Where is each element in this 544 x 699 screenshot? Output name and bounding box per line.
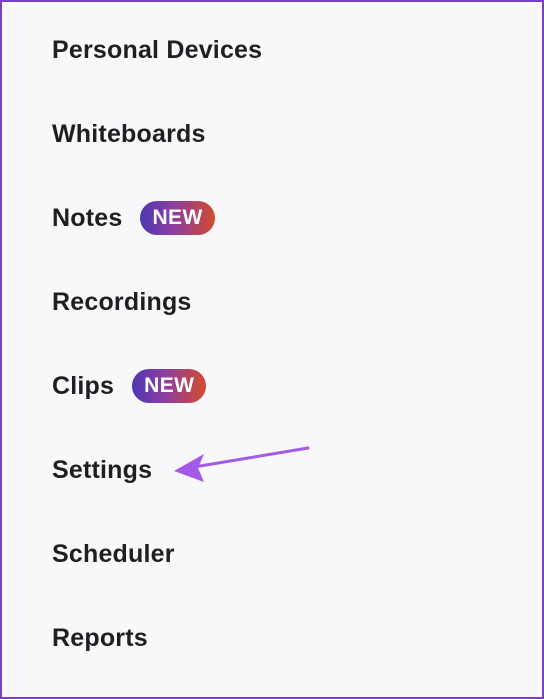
menu-item-label: Reports (52, 623, 148, 652)
menu-item-notes[interactable]: Notes NEW (52, 196, 215, 240)
menu-item-reports[interactable]: Reports (52, 616, 148, 660)
menu-item-personal-devices[interactable]: Personal Devices (52, 28, 262, 72)
new-badge: NEW (140, 201, 215, 235)
menu-item-label: Settings (52, 455, 153, 484)
menu-item-label: Scheduler (52, 539, 175, 568)
menu-item-label: Recordings (52, 287, 192, 316)
menu-item-scheduler[interactable]: Scheduler (52, 532, 175, 576)
menu-item-settings[interactable]: Settings (52, 448, 152, 492)
arrow-pointer-icon (174, 446, 310, 482)
app-frame: Personal Devices Whiteboards Notes NEW R… (0, 0, 544, 699)
new-badge: NEW (132, 369, 207, 403)
menu-item-whiteboards[interactable]: Whiteboards (52, 112, 206, 156)
menu-item-recordings[interactable]: Recordings (52, 280, 192, 324)
menu-item-label: Personal Devices (52, 35, 263, 64)
menu-item-label: Clips (52, 371, 115, 400)
menu-item-clips[interactable]: Clips NEW (52, 364, 207, 408)
menu-item-label: Whiteboards (52, 119, 206, 148)
menu-item-label: Notes (52, 203, 123, 232)
navigation-menu: Personal Devices Whiteboards Notes NEW R… (52, 2, 512, 697)
